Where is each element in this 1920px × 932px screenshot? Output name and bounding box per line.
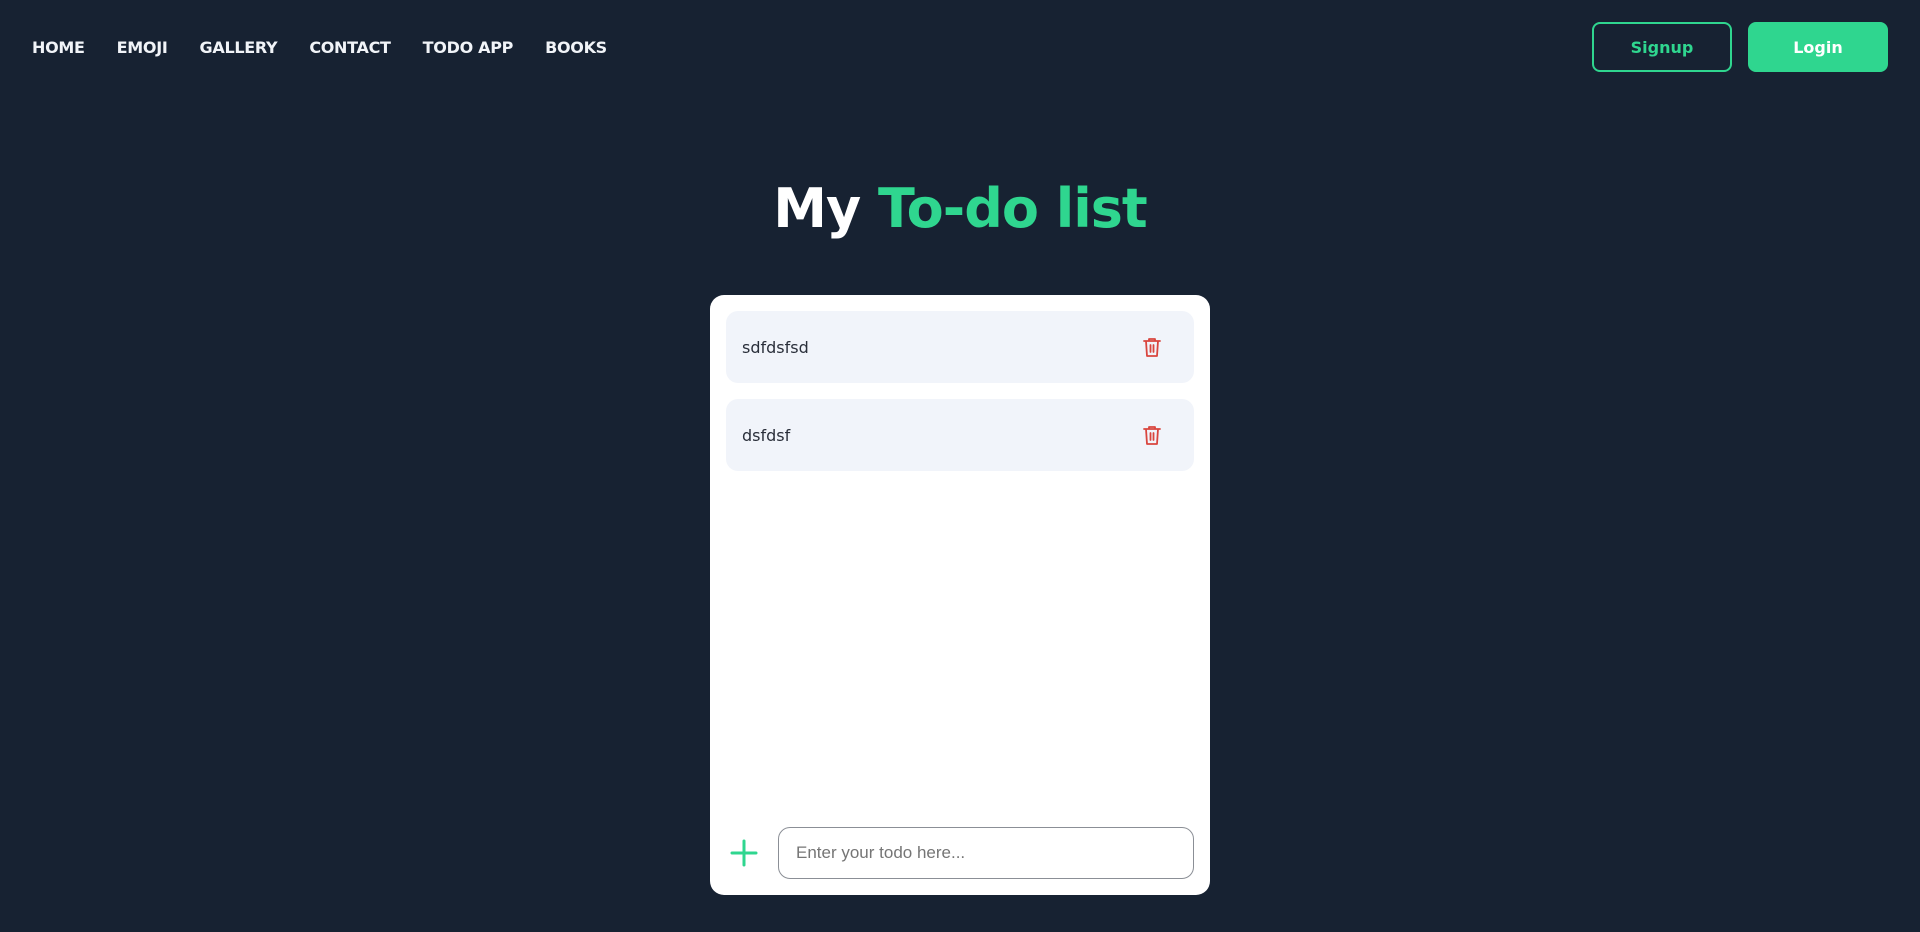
signup-button[interactable]: Signup bbox=[1592, 22, 1732, 72]
nav-link-contact[interactable]: CONTACT bbox=[309, 38, 391, 58]
trash-icon bbox=[1143, 338, 1161, 357]
todo-item-text: sdfdsfsd bbox=[742, 337, 809, 357]
todo-input[interactable] bbox=[778, 827, 1194, 879]
login-button[interactable]: Login bbox=[1748, 22, 1888, 72]
todo-list: sdfdsfsd dsfdsf bbox=[726, 311, 1194, 487]
nav-link-gallery[interactable]: GALLERY bbox=[200, 38, 278, 58]
plus-icon bbox=[730, 839, 758, 867]
add-todo-row bbox=[726, 827, 1194, 879]
page-title-my: My bbox=[773, 177, 861, 240]
nav-link-emoji[interactable]: EMOJI bbox=[117, 38, 168, 58]
todo-item-text: dsfdsf bbox=[742, 425, 791, 445]
navbar: HOME EMOJI GALLERY CONTACT TODO APP BOOK… bbox=[0, 0, 1920, 96]
delete-todo-button[interactable] bbox=[1134, 329, 1170, 365]
trash-icon bbox=[1143, 426, 1161, 445]
delete-todo-button[interactable] bbox=[1134, 417, 1170, 453]
nav-links: HOME EMOJI GALLERY CONTACT TODO APP BOOK… bbox=[32, 38, 607, 58]
auth-buttons: Signup Login bbox=[1592, 22, 1888, 72]
todo-card: sdfdsfsd dsfdsf bbox=[710, 295, 1210, 895]
page-title-todo-list: To-do list bbox=[878, 177, 1148, 240]
todo-item: dsfdsf bbox=[726, 399, 1194, 471]
todo-item: sdfdsfsd bbox=[726, 311, 1194, 383]
nav-link-books[interactable]: BOOKS bbox=[545, 38, 607, 58]
nav-link-home[interactable]: HOME bbox=[32, 38, 85, 58]
nav-link-todo-app[interactable]: TODO APP bbox=[423, 38, 514, 58]
add-todo-button[interactable] bbox=[726, 835, 762, 871]
page-title: My To-do list bbox=[0, 176, 1920, 242]
